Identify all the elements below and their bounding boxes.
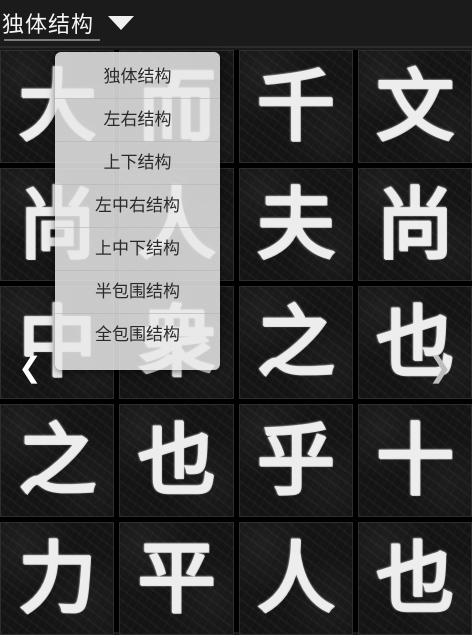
character-glyph: 夫: [256, 178, 335, 270]
character-glyph: 千: [256, 60, 335, 152]
character-tile[interactable]: 之: [0, 404, 115, 517]
character-glyph: 之: [18, 414, 97, 506]
menu-item-full-enclosure[interactable]: 全包围结构: [55, 313, 220, 356]
character-tile[interactable]: 平: [119, 522, 234, 635]
character-tile[interactable]: 乎: [238, 404, 353, 517]
character-glyph: 人: [256, 532, 335, 624]
structure-menu: 独体结构 左右结构 上下结构 左中右结构 上中下结构 半包围结构 全包围结构: [55, 52, 220, 370]
character-glyph: 十: [375, 414, 454, 506]
character-glyph: 乎: [256, 414, 335, 506]
character-glyph: 也: [137, 414, 216, 506]
menu-item-left-middle-right[interactable]: 左中右结构: [55, 184, 220, 227]
character-glyph: 平: [137, 532, 216, 624]
chevron-down-icon[interactable]: [108, 16, 135, 30]
character-tile[interactable]: 人: [238, 522, 353, 635]
menu-item-single[interactable]: 独体结构: [55, 56, 220, 98]
character-tile[interactable]: 尚: [357, 168, 472, 281]
app-header: 独体结构: [0, 0, 472, 48]
character-glyph: 之: [256, 296, 335, 388]
character-glyph: 文: [375, 60, 454, 152]
page-title: 独体结构: [2, 13, 95, 38]
menu-item-top-middle-bottom[interactable]: 上中下结构: [55, 227, 220, 270]
character-glyph: 也: [375, 532, 454, 624]
character-tile[interactable]: 夫: [238, 168, 353, 281]
chevron-left-icon[interactable]: ❮: [18, 351, 42, 384]
character-tile[interactable]: 之: [238, 286, 353, 399]
character-glyph: 尚: [375, 178, 454, 270]
menu-item-top-bottom[interactable]: 上下结构: [55, 141, 220, 184]
character-tile[interactable]: 文: [357, 50, 472, 163]
character-tile[interactable]: 也: [357, 522, 472, 635]
title-underline: [4, 39, 100, 41]
character-tile[interactable]: 十: [357, 404, 472, 517]
character-glyph: 力: [18, 532, 97, 624]
chevron-right-icon[interactable]: ❯: [428, 351, 452, 384]
character-tile[interactable]: 力: [0, 522, 115, 635]
character-tile[interactable]: 也: [119, 404, 234, 517]
character-tile[interactable]: 千: [238, 50, 353, 163]
menu-item-left-right[interactable]: 左右结构: [55, 98, 220, 141]
character-tile[interactable]: 也: [357, 286, 472, 399]
menu-item-half-enclosure[interactable]: 半包围结构: [55, 270, 220, 313]
